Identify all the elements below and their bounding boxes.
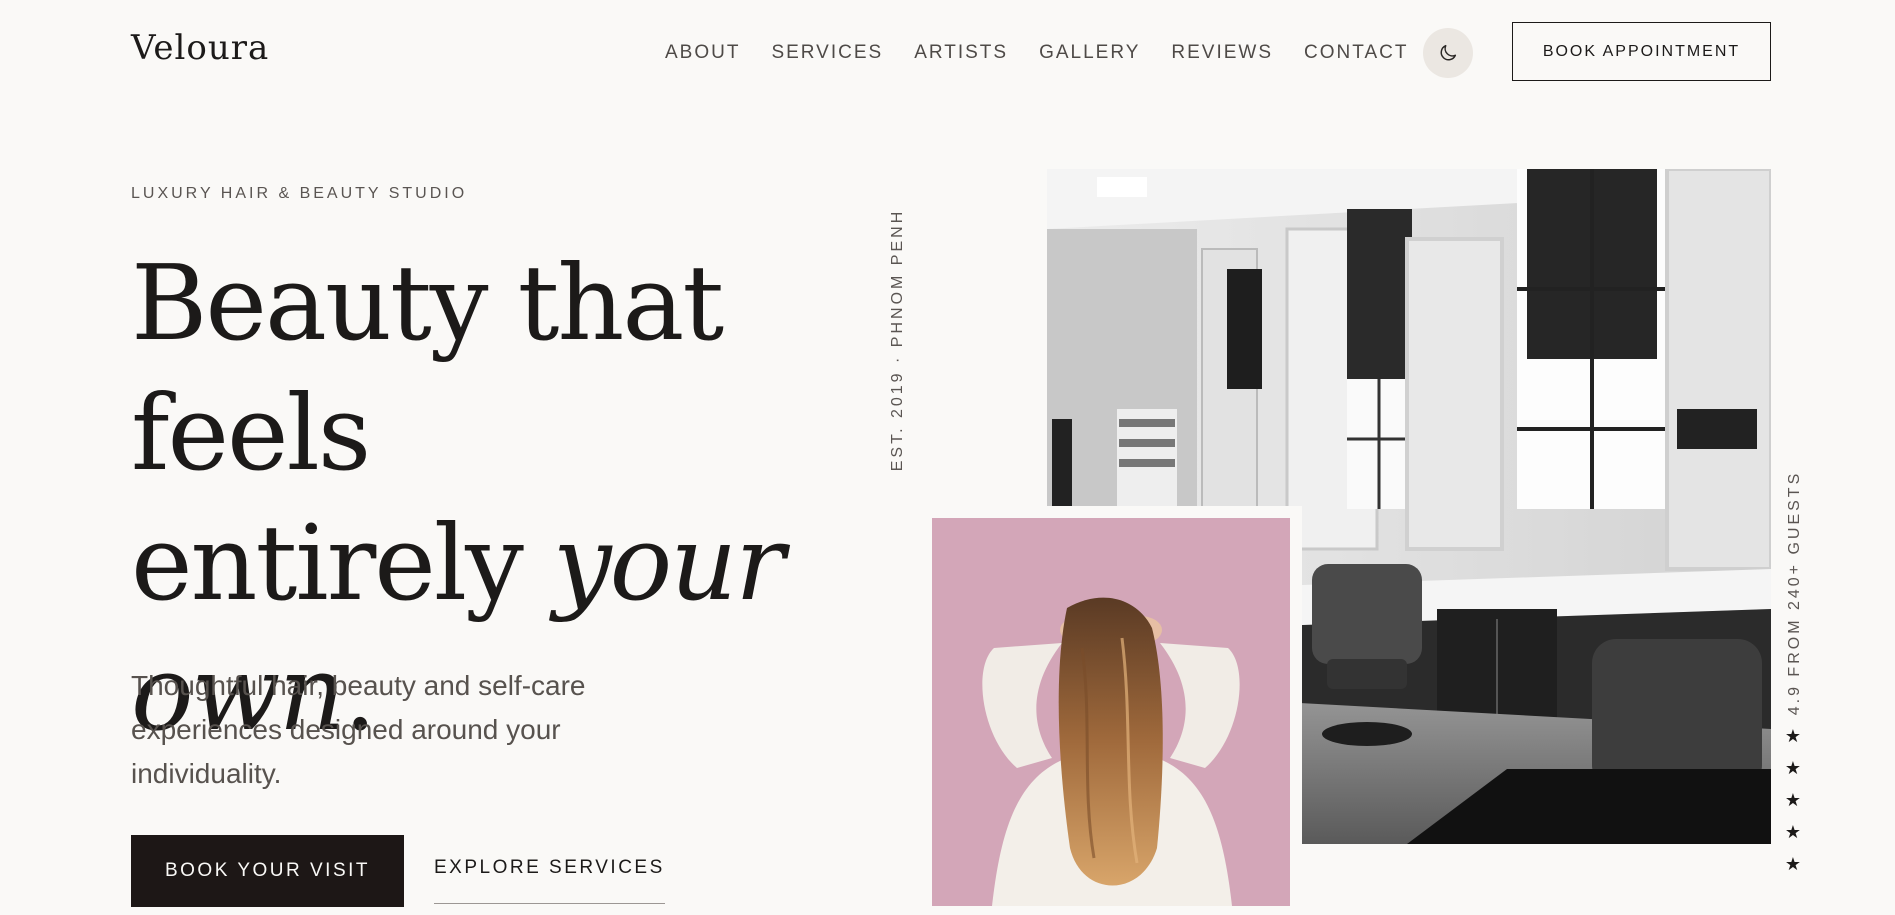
theme-toggle-button[interactable] bbox=[1423, 28, 1473, 78]
hero-eyebrow: LUXURY HAIR & BEAUTY STUDIO bbox=[131, 185, 468, 202]
nav-item-reviews[interactable]: REVIEWS bbox=[1171, 42, 1273, 64]
brand-logo[interactable]: Veloura bbox=[131, 28, 269, 68]
main-nav: ABOUT SERVICES ARTISTS GALLERY REVIEWS C… bbox=[665, 42, 1439, 64]
nav-item-about[interactable]: ABOUT bbox=[665, 42, 740, 64]
headline-line-1: Beauty that feels bbox=[131, 242, 724, 494]
nav-item-contact[interactable]: CONTACT bbox=[1304, 42, 1408, 64]
rating-summary: 4.9 FROM 240+ GUESTS bbox=[1786, 470, 1803, 716]
book-appointment-button[interactable]: BOOK APPOINTMENT bbox=[1512, 22, 1771, 81]
star-icon: ★ bbox=[1784, 758, 1802, 778]
star-icon: ★ bbox=[1784, 790, 1802, 810]
star-icon: ★ bbox=[1784, 854, 1802, 874]
book-your-visit-button[interactable]: BOOK YOUR VISIT bbox=[131, 835, 404, 907]
nav-item-gallery[interactable]: GALLERY bbox=[1039, 42, 1140, 64]
star-icon: ★ bbox=[1784, 726, 1802, 746]
explore-services-link[interactable]: EXPLORE SERVICES bbox=[434, 857, 665, 904]
established-label: EST. 2019 · PHNOM PENH bbox=[889, 208, 906, 472]
rating-stars: ★ ★ ★ ★ ★ bbox=[1783, 720, 1803, 880]
hero-subtitle: Thoughtful hair, beauty and self-care ex… bbox=[131, 670, 586, 789]
hair-model-portrait-image bbox=[920, 506, 1302, 915]
nav-item-artists[interactable]: ARTISTS bbox=[914, 42, 1008, 64]
headline-line-2-italic: your bbox=[552, 502, 785, 624]
nav-item-services[interactable]: SERVICES bbox=[771, 42, 883, 64]
headline-line-2-plain: entirely bbox=[131, 502, 553, 624]
moon-icon bbox=[1440, 44, 1457, 61]
star-icon: ★ bbox=[1784, 822, 1802, 842]
